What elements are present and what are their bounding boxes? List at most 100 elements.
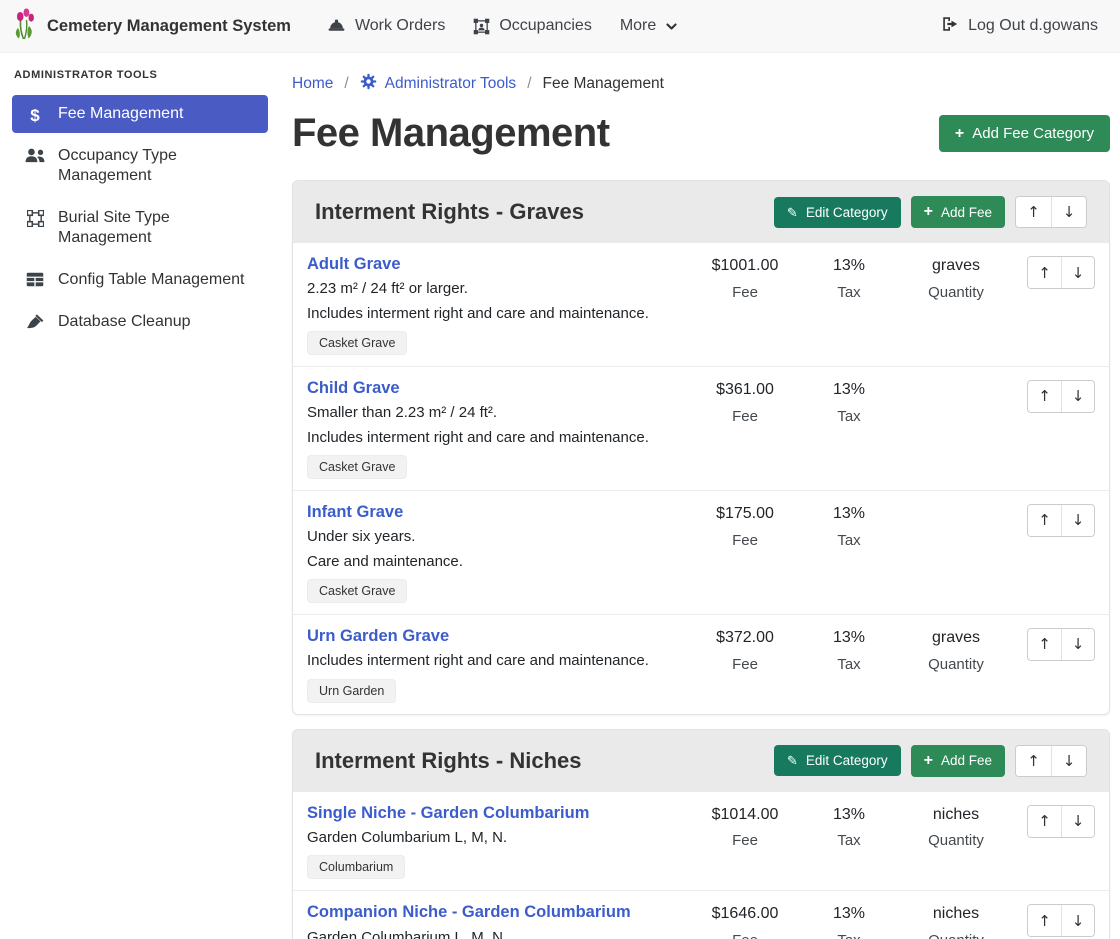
breadcrumb-home[interactable]: Home [292,75,333,93]
move-fee-up-button[interactable]: ↑ [1028,505,1061,536]
move-fee-down-button[interactable]: ↓ [1061,381,1094,412]
fee-description: 2.23 m² / 24 ft² or larger. [307,279,681,299]
dollar-icon: $ [24,106,46,124]
add-fee-button[interactable]: + Add Fee [911,196,1005,228]
fee-name-link[interactable]: Companion Niche - Garden Columbarium [307,902,681,923]
fee-reorder-group: ↑ ↓ [1027,380,1095,413]
fee-amount-col: $1001.00 Fee [689,254,801,301]
move-category-up-button[interactable]: ↑ [1016,746,1051,776]
fee-amount-col: $372.00 Fee [689,626,801,673]
fee-rows: Adult Grave 2.23 m² / 24 ft² or larger. I… [293,243,1109,714]
fee-amount: $1014.00 [689,805,801,826]
move-fee-up-button[interactable]: ↑ [1028,257,1061,288]
move-fee-up-button[interactable]: ↑ [1028,905,1061,936]
nav-occupancies[interactable]: Occupancies [459,9,606,43]
broom-icon [24,314,46,330]
breadcrumb-separator: / [344,75,348,93]
fee-main: Adult Grave 2.23 m² / 24 ft² or larger. I… [307,254,689,355]
fee-tax-col: 13% Tax [801,626,897,673]
edit-category-button[interactable]: ✎ Edit Category [774,197,901,228]
nav-work-orders-label: Work Orders [355,17,445,35]
move-fee-up-button[interactable]: ↑ [1028,629,1061,660]
move-fee-down-button[interactable]: ↓ [1061,806,1094,837]
add-fee-category-button[interactable]: + Add Fee Category [939,115,1110,152]
category-reorder-group: ↑ ↓ [1015,745,1087,777]
fee-tax-col: 13% Tax [801,803,897,850]
move-category-down-button[interactable]: ↓ [1051,197,1086,227]
sidebar-item-label: Occupancy Type Management [58,146,256,186]
edit-category-label: Edit Category [806,753,888,768]
tax-label: Tax [801,532,897,549]
tax-value: 13% [801,805,897,826]
fee-amount-label: Fee [689,284,801,301]
move-fee-up-button[interactable]: ↑ [1028,806,1061,837]
fee-tax-col: 13% Tax [801,254,897,301]
plus-icon: + [955,126,964,142]
breadcrumb-admin-tools-label: Administrator Tools [385,75,517,93]
breadcrumb-admin-tools[interactable]: Administrator Tools [360,73,517,95]
move-fee-down-button[interactable]: ↓ [1061,505,1094,536]
fee-name-link[interactable]: Adult Grave [307,254,681,275]
add-fee-category-label: Add Fee Category [972,125,1094,142]
tax-value: 13% [801,256,897,277]
fee-name-link[interactable]: Infant Grave [307,502,681,523]
fee-name-link[interactable]: Single Niche - Garden Columbarium [307,803,681,824]
quantity-label: Quantity [897,284,1015,301]
edit-category-button[interactable]: ✎ Edit Category [774,745,901,776]
add-fee-label: Add Fee [941,205,992,220]
logout-button[interactable]: Log Out d.gowans [935,8,1104,45]
sidebar: ADMINISTRATOR TOOLS $ Fee Management Occ… [0,53,280,345]
fee-amount-col: $1646.00 Fee [689,902,801,939]
fee-amount-col: $361.00 Fee [689,378,801,425]
sidebar-item-label: Fee Management [58,104,183,124]
person-frame-icon [473,18,490,35]
fee-reorder-group: ↑ ↓ [1027,504,1095,537]
fee-amount: $372.00 [689,628,801,649]
app-brand[interactable]: Cemetery Management System [12,8,291,45]
move-fee-down-button[interactable]: ↓ [1061,629,1094,660]
fee-amount-label: Fee [689,656,801,673]
sidebar-item-label: Burial Site Type Management [58,208,256,248]
vector-square-icon [24,210,46,227]
fee-description: Garden Columbarium L, M, N, [307,928,681,939]
gear-icon [360,73,377,95]
fee-description: Includes interment right and care and ma… [307,304,681,324]
logout-label: Log Out d.gowans [968,17,1098,35]
tax-value: 13% [801,628,897,649]
move-fee-up-button[interactable]: ↑ [1028,381,1061,412]
category-title: Interment Rights - Niches [315,748,764,774]
fee-descriptions: Smaller than 2.23 m² / 24 ft².Includes i… [307,403,681,448]
fee-amount: $1646.00 [689,904,801,925]
sidebar-item-burial-site-type[interactable]: Burial Site Type Management [12,199,268,257]
sidebar-item-occupancy-type[interactable]: Occupancy Type Management [12,137,268,195]
fee-descriptions: Garden Columbarium L, M, N, [307,928,681,939]
sidebar-item-config-table[interactable]: Config Table Management [12,261,268,299]
nav-more-label: More [620,17,656,35]
plus-icon: + [924,753,933,769]
quantity-label: Quantity [897,932,1015,939]
nav-more[interactable]: More [606,9,692,43]
move-category-up-button[interactable]: ↑ [1016,197,1051,227]
nav-work-orders[interactable]: Work Orders [313,9,459,43]
add-fee-button[interactable]: + Add Fee [911,745,1005,777]
fee-badge: Casket Grave [307,455,407,479]
quantity-value: niches [897,904,1015,925]
sidebar-item-fee-management[interactable]: $ Fee Management [12,95,268,133]
fee-name-link[interactable]: Child Grave [307,378,681,399]
fee-reorder-group: ↑ ↓ [1027,256,1095,289]
move-fee-down-button[interactable]: ↓ [1061,257,1094,288]
breadcrumb-separator: / [527,75,531,93]
fee-amount-col: $1014.00 Fee [689,803,801,850]
fee-quantity-col [897,502,1015,511]
fee-tax-col: 13% Tax [801,902,897,939]
quantity-label: Quantity [897,832,1015,849]
fee-descriptions: 2.23 m² / 24 ft² or larger. Includes inte… [307,279,681,324]
move-fee-down-button[interactable]: ↓ [1061,905,1094,936]
fee-name-link[interactable]: Urn Garden Grave [307,626,681,647]
fee-main: Companion Niche - Garden Columbarium Gar… [307,902,689,939]
sidebar-item-label: Config Table Management [58,270,245,290]
sidebar-item-database-cleanup[interactable]: Database Cleanup [12,303,268,341]
move-category-down-button[interactable]: ↓ [1051,746,1086,776]
table-icon [24,272,46,287]
fee-rows: Single Niche - Garden Columbarium Garden… [293,792,1109,939]
